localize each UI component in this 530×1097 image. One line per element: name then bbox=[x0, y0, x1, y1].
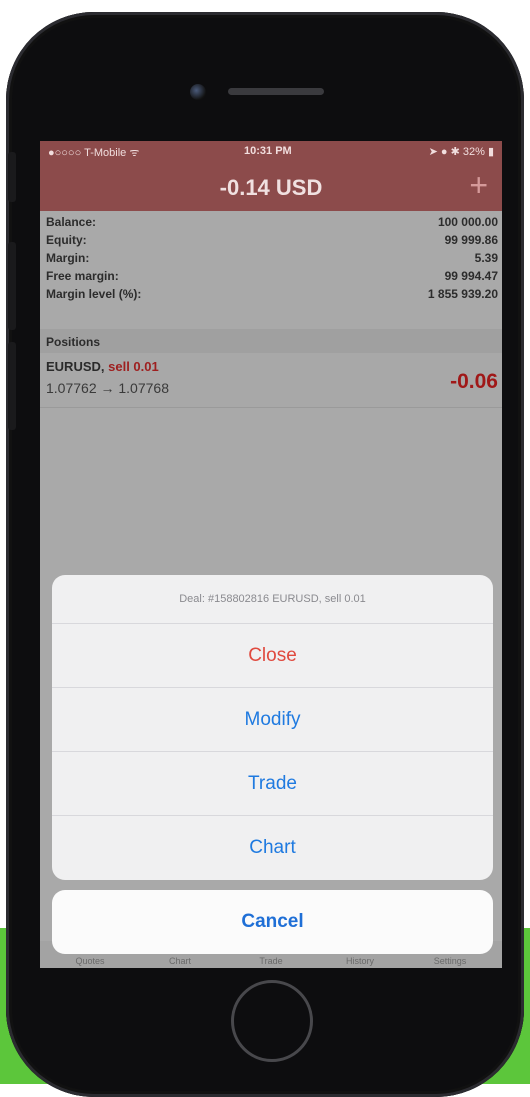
phone-screen: ●○○○○ T-Mobile ᯤ 10:31 PM ➤ ● ✱ 32% ▮ -0… bbox=[40, 141, 502, 968]
tab-history[interactable]: History bbox=[320, 956, 400, 966]
tab-quotes[interactable]: Quotes bbox=[50, 956, 130, 966]
plus-icon[interactable]: + bbox=[469, 169, 488, 201]
carrier-label: ●○○○○ T-Mobile ᯤ bbox=[48, 147, 140, 159]
account-label: Margin: bbox=[46, 251, 90, 265]
account-summary: Balance: 100 000.00 Equity: 99 999.86 Ma… bbox=[40, 213, 502, 303]
account-row: Free margin: 99 994.47 bbox=[40, 267, 502, 285]
mute-switch bbox=[8, 152, 16, 202]
position-symbol-name: EURUSD, bbox=[46, 359, 105, 374]
tab-settings[interactable]: Settings bbox=[410, 956, 490, 966]
clock: 10:31 PM bbox=[244, 145, 292, 157]
volume-up-button bbox=[8, 242, 16, 330]
account-row: Margin: 5.39 bbox=[40, 249, 502, 267]
account-row: Margin level (%): 1 855 939.20 bbox=[40, 285, 502, 303]
position-direction: sell 0.01 bbox=[108, 359, 159, 374]
position-prices: 1.07762 → 1.07768 bbox=[46, 380, 169, 396]
volume-down-button bbox=[8, 342, 16, 430]
position-row[interactable]: EURUSD, sell 0.01 1.07762 → 1.07768 -0.0… bbox=[40, 353, 502, 408]
account-label: Equity: bbox=[46, 233, 87, 247]
account-label: Balance: bbox=[46, 215, 97, 229]
trade-button[interactable]: Trade bbox=[52, 751, 493, 814]
home-button[interactable] bbox=[231, 980, 313, 1062]
status-bar: ●○○○○ T-Mobile ᯤ 10:31 PM ➤ ● ✱ 32% ▮ bbox=[40, 141, 502, 163]
action-sheet: Deal: #158802816 EURUSD, sell 0.01 Close… bbox=[52, 575, 493, 880]
account-value: 100 000.00 bbox=[437, 215, 498, 229]
position-profit: -0.06 bbox=[450, 370, 498, 393]
account-row: Equity: 99 999.86 bbox=[40, 231, 502, 249]
position-symbol: EURUSD, sell 0.01 bbox=[46, 359, 159, 374]
tab-chart[interactable]: Chart bbox=[140, 956, 220, 966]
positions-header: Positions bbox=[40, 329, 502, 353]
tab-trade[interactable]: Trade bbox=[231, 956, 311, 966]
account-value: 99 994.47 bbox=[444, 269, 498, 283]
close-button[interactable]: Close bbox=[52, 623, 493, 686]
modify-button[interactable]: Modify bbox=[52, 687, 493, 750]
action-sheet-title: Deal: #158802816 EURUSD, sell 0.01 bbox=[179, 593, 366, 605]
page-title: -0.14 USD bbox=[219, 175, 323, 200]
account-label: Free margin: bbox=[46, 269, 119, 283]
speaker-icon bbox=[228, 88, 324, 95]
battery-status: ➤ ● ✱ 32% ▮ bbox=[428, 146, 494, 158]
chart-button[interactable]: Chart bbox=[52, 815, 493, 878]
camera-icon bbox=[190, 84, 206, 100]
account-value: 1 855 939.20 bbox=[427, 287, 498, 301]
account-row: Balance: 100 000.00 bbox=[40, 213, 502, 231]
account-value: 99 999.86 bbox=[444, 233, 498, 247]
account-value: 5.39 bbox=[474, 251, 498, 265]
account-label: Margin level (%): bbox=[46, 287, 142, 301]
nav-bar: -0.14 USD + bbox=[40, 163, 502, 211]
cancel-button[interactable]: Cancel bbox=[52, 890, 493, 954]
positions-title: Positions bbox=[46, 335, 101, 349]
